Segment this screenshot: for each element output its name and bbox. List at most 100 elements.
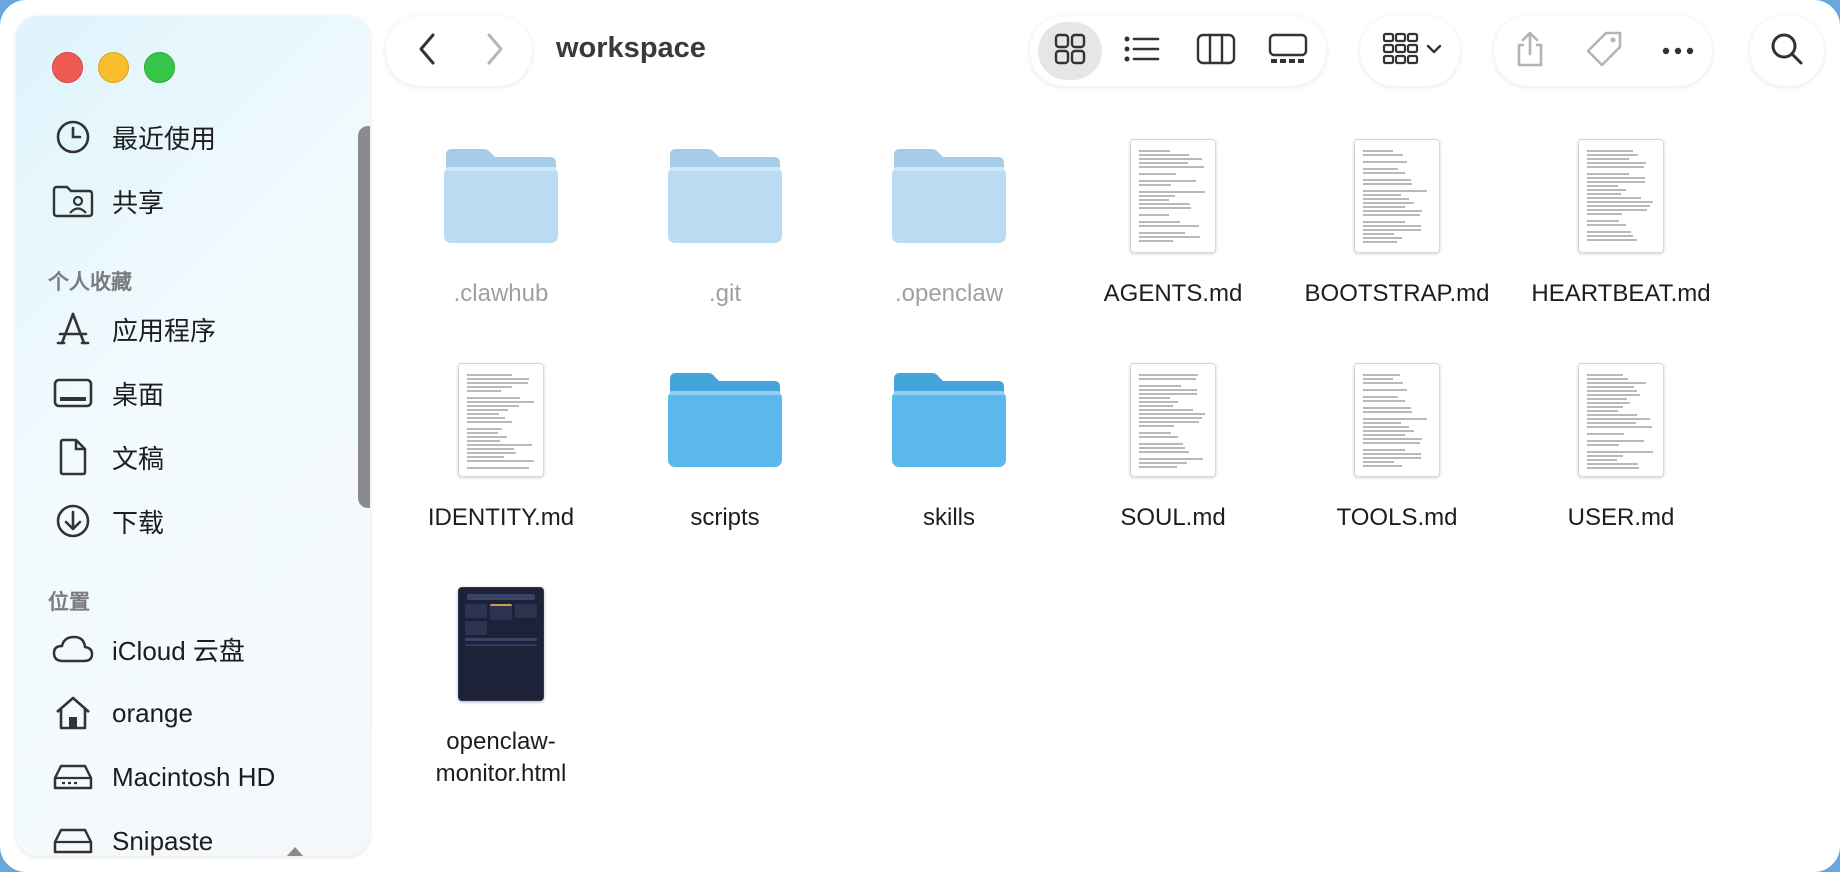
file-name: .clawhub	[453, 280, 549, 307]
sidebar-item-label: 文稿	[112, 443, 165, 474]
file-name: openclaw-monitor.html	[435, 728, 567, 787]
file-item[interactable]: TOOLS.md	[1285, 350, 1509, 534]
column-view-button[interactable]	[1192, 26, 1240, 76]
columns-icon	[1196, 33, 1236, 70]
sidebar-item-desktop[interactable]: 桌面	[52, 368, 342, 418]
folder-icon	[837, 126, 1061, 266]
chevron-left-icon	[417, 32, 437, 71]
eject-icon[interactable]	[284, 845, 306, 856]
cloud-icon	[52, 628, 94, 670]
home-icon	[52, 692, 94, 734]
minimize-window-button[interactable]	[98, 52, 129, 83]
file-name: .git	[708, 280, 741, 307]
clock-icon	[52, 116, 94, 158]
sidebar-item-documents[interactable]: 文稿	[52, 432, 342, 482]
file-name: .openclaw	[894, 280, 1004, 307]
sidebar-item-label: iCloud 云盘	[112, 635, 245, 666]
file-name: scripts	[690, 504, 760, 531]
icon-view-button[interactable]	[1046, 26, 1094, 76]
file-name: skills	[923, 504, 975, 531]
search-icon	[1770, 32, 1804, 71]
sidebar-item-label: Macintosh HD	[112, 761, 276, 792]
locations-header: 位置	[48, 591, 90, 614]
folder-item[interactable]: scripts	[613, 350, 837, 534]
finder-window: 最近使用 共享 个人收藏 应用程序 桌面 文稿 下载 位置 iCloud 云盘 …	[0, 0, 1840, 872]
sidebar-item-downloads[interactable]: 下载	[52, 496, 342, 546]
group-by-icon	[1382, 32, 1420, 71]
sidebar-item-home[interactable]: orange	[52, 688, 342, 738]
folder-item[interactable]: .openclaw	[837, 126, 1061, 310]
document-thumbnail-icon	[1061, 126, 1285, 266]
document-thumbnail-icon	[1285, 126, 1509, 266]
desktop-icon	[52, 372, 94, 414]
file-name: SOUL.md	[1120, 504, 1226, 531]
file-item[interactable]: BOOTSTRAP.md	[1285, 126, 1509, 310]
file-name: AGENTS.md	[1103, 280, 1243, 307]
file-name: USER.md	[1567, 504, 1675, 531]
document-icon	[52, 436, 94, 478]
sidebar-item-applications[interactable]: 应用程序	[52, 304, 342, 354]
tag-icon	[1585, 30, 1623, 73]
file-name: HEARTBEAT.md	[1531, 280, 1711, 307]
folder-item[interactable]: .git	[613, 126, 837, 310]
file-name: IDENTITY.md	[427, 504, 575, 531]
list-view-button[interactable]	[1118, 26, 1166, 76]
gallery-icon	[1268, 33, 1308, 70]
document-thumbnail-icon	[1509, 126, 1733, 266]
tag-button[interactable]	[1580, 26, 1628, 76]
folder-item[interactable]: skills	[837, 350, 1061, 534]
file-item[interactable]: USER.md	[1509, 350, 1733, 534]
sidebar-item-label: 下载	[112, 507, 165, 538]
group-by-button[interactable]	[1374, 26, 1450, 76]
close-window-button[interactable]	[52, 52, 83, 83]
share-button[interactable]	[1506, 26, 1554, 76]
sidebar-item-macintosh-hd[interactable]: Macintosh HD	[52, 752, 342, 802]
sidebar-item-label: 共享	[112, 187, 165, 218]
html-file-thumbnail-icon	[389, 574, 613, 714]
file-item[interactable]: IDENTITY.md	[389, 350, 613, 534]
folder-icon	[613, 126, 837, 266]
favorites-header: 个人收藏	[48, 271, 132, 294]
list-icon	[1124, 35, 1160, 68]
more-icon	[1662, 42, 1694, 60]
search-button[interactable]	[1762, 26, 1812, 76]
file-item[interactable]: AGENTS.md	[1061, 126, 1285, 310]
folder-icon	[389, 126, 613, 266]
sidebar-item-label: 桌面	[112, 379, 165, 410]
share-icon	[1515, 30, 1545, 73]
document-thumbnail-icon	[1509, 350, 1733, 490]
sidebar-item-shared[interactable]: 共享	[52, 176, 342, 226]
file-item[interactable]: SOUL.md	[1061, 350, 1285, 534]
gallery-view-button[interactable]	[1262, 26, 1314, 76]
sidebar-scrollbar-thumb[interactable]	[358, 126, 370, 508]
sidebar: 最近使用 共享 个人收藏 应用程序 桌面 文稿 下载 位置 iCloud 云盘 …	[16, 16, 370, 856]
file-item[interactable]: openclaw-monitor.html	[389, 574, 613, 790]
forward-button[interactable]	[470, 26, 520, 76]
document-thumbnail-icon	[1061, 350, 1285, 490]
external-disk-icon	[52, 820, 94, 856]
sidebar-item-label: 应用程序	[112, 315, 217, 346]
disk-icon	[52, 756, 94, 798]
chevron-down-icon	[1426, 42, 1442, 60]
grid-icon	[1054, 33, 1086, 70]
folder-icon	[613, 350, 837, 490]
document-thumbnail-icon	[1285, 350, 1509, 490]
file-name: BOOTSTRAP.md	[1304, 280, 1490, 307]
zoom-window-button[interactable]	[144, 52, 175, 83]
folder-icon	[837, 350, 1061, 490]
more-button[interactable]	[1654, 26, 1702, 76]
applications-icon	[52, 308, 94, 350]
sidebar-item-recents[interactable]: 最近使用	[52, 112, 342, 162]
sidebar-item-label: orange	[112, 697, 193, 728]
shared-folder-icon	[52, 180, 94, 222]
back-button[interactable]	[402, 26, 452, 76]
chevron-right-icon	[485, 32, 505, 71]
folder-item[interactable]: .clawhub	[389, 126, 613, 310]
window-title: workspace	[556, 32, 706, 64]
file-name: TOOLS.md	[1336, 504, 1458, 531]
download-icon	[52, 500, 94, 542]
sidebar-item-label: Snipaste	[112, 825, 214, 856]
sidebar-item-label: 最近使用	[112, 123, 217, 154]
sidebar-item-icloud[interactable]: iCloud 云盘	[52, 624, 342, 674]
file-item[interactable]: HEARTBEAT.md	[1509, 126, 1733, 310]
